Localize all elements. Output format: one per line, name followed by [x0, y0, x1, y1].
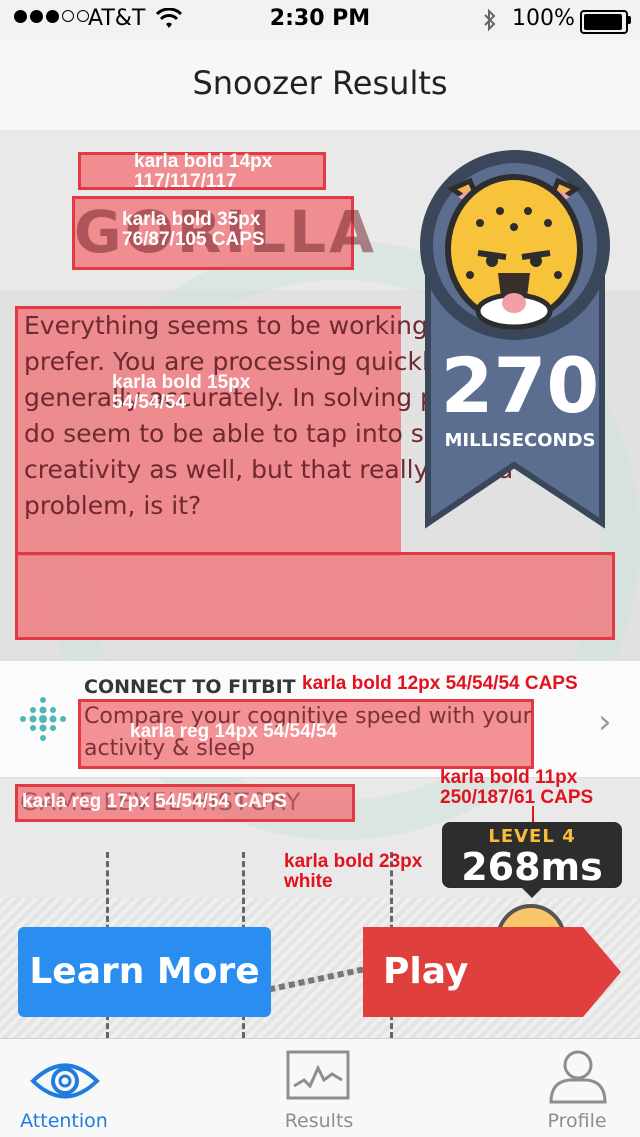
page-title: Snoozer Results	[192, 64, 448, 102]
fitbit-description-annotation: karla reg 14px 54/54/54	[130, 721, 338, 742]
score-ribbon	[420, 150, 610, 529]
tab-attention[interactable]: Attention	[0, 1044, 144, 1136]
learn-more-button[interactable]: Learn More	[18, 927, 271, 1017]
level-badge: LEVEL 4 268ms	[442, 822, 622, 888]
level-annotation: karla bold 11px 250/187/61 CAPS	[440, 767, 594, 808]
score-unit: MILLISECONDS	[444, 430, 596, 451]
level-label: LEVEL 4	[488, 826, 576, 847]
leopard-icon	[445, 174, 583, 330]
play-again-button[interactable]: Play Again	[363, 927, 583, 1082]
subtitle-annotation: karla bold 14px 117/117/117	[134, 151, 273, 192]
eye-icon	[30, 1063, 100, 1099]
fitbit-icon	[20, 697, 66, 741]
tab-profile-label: Profile	[547, 1110, 607, 1132]
tab-results[interactable]: Results	[239, 1044, 399, 1136]
tab-attention-label: Attention	[20, 1110, 108, 1132]
description-annotation: karla bold 15px 54/54/54	[112, 372, 251, 413]
play-again-button-arrow[interactable]	[583, 927, 621, 1017]
status-bar: AT&T 2:30 PM 100%	[0, 0, 640, 40]
level-value-annotation: karla bold 23px white	[284, 851, 423, 892]
tab-results-label: Results	[284, 1110, 354, 1132]
person-icon	[549, 1050, 607, 1104]
fitbit-title-annotation: karla bold 12px 54/54/54 CAPS	[302, 673, 578, 694]
chart-icon	[286, 1050, 350, 1100]
level-value: 268ms	[461, 845, 603, 889]
battery-percent: 100%	[512, 6, 575, 31]
description-annotation-box-bottom	[15, 552, 615, 640]
chevron-right-icon[interactable]: ›	[598, 702, 612, 742]
score-value: 270	[440, 341, 600, 430]
game-level-annotation: karla reg 17px 54/54/54 CAPS	[22, 791, 288, 812]
title-annotation: karla bold 35px 76/87/105 CAPS	[122, 209, 265, 250]
tab-profile[interactable]: Profile	[497, 1044, 640, 1136]
fitbit-title: CONNECT TO FITBIT	[84, 676, 296, 698]
bluetooth-icon	[484, 8, 496, 32]
